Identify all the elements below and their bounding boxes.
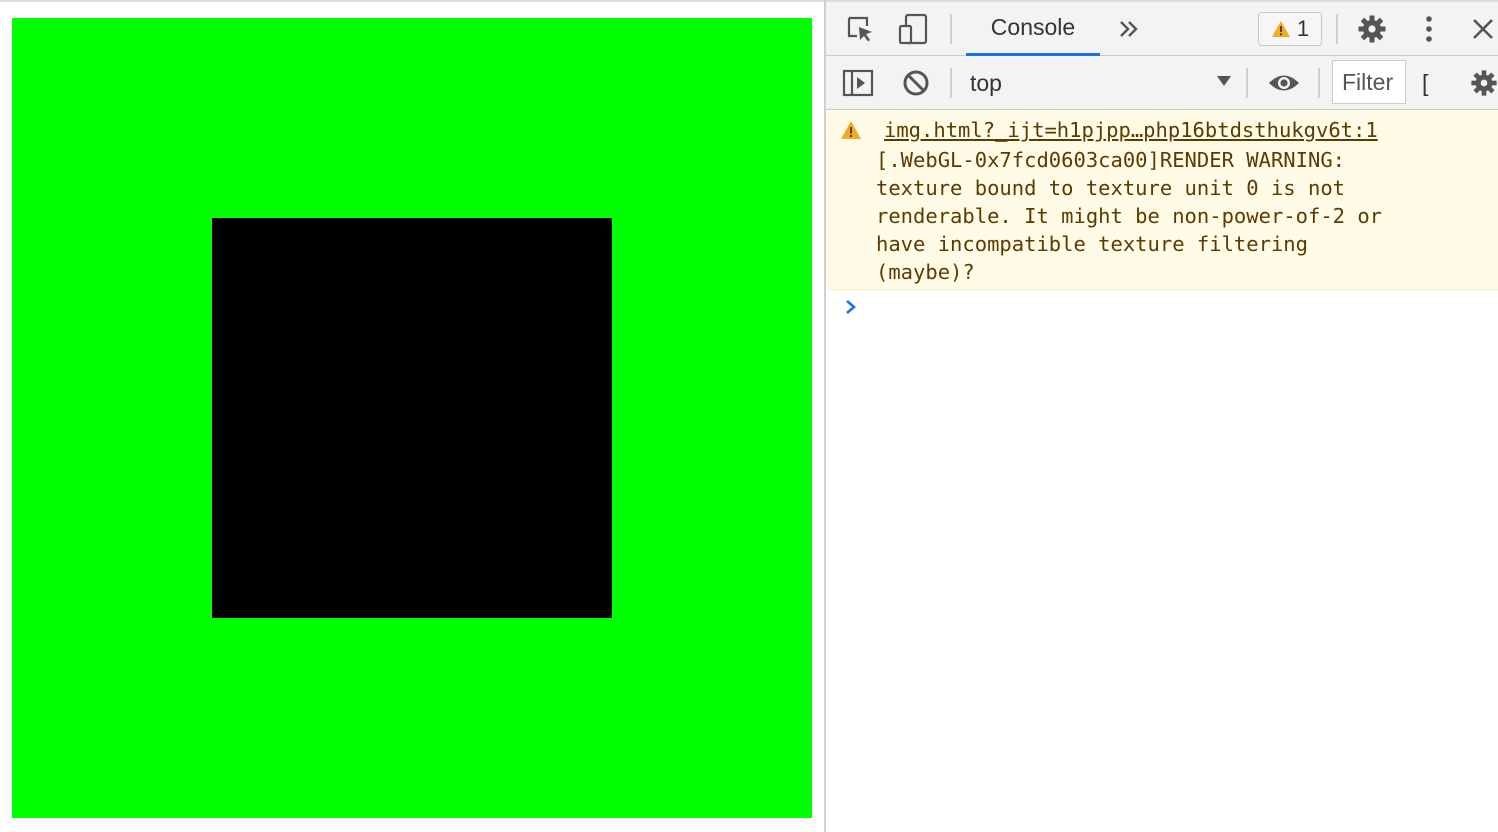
prompt-chevron-icon xyxy=(846,300,856,314)
toolbar-separator xyxy=(1318,68,1320,98)
tab-console[interactable]: Console xyxy=(966,2,1100,56)
filter-placeholder: Filter xyxy=(1342,68,1394,95)
warning-triangle-icon xyxy=(1271,21,1290,37)
console-warning-message: img.html?_ijt=h1pjpp…php16btdsthukgv6t:1… xyxy=(826,110,1498,290)
warning-triangle-icon xyxy=(841,121,861,139)
console-toolbar: top Filter [ xyxy=(826,56,1498,110)
filter-input[interactable]: Filter xyxy=(1332,60,1406,104)
devtools-tabbar: Console 1 xyxy=(826,0,1498,56)
toolbar-separator xyxy=(1336,14,1338,44)
devtools-panel: Console 1 top Filter [img.html?_ijt=h1p… xyxy=(824,0,1498,832)
warning-count-badge[interactable]: 1 xyxy=(1258,12,1322,46)
toolbar-separator xyxy=(950,68,952,98)
warning-count: 1 xyxy=(1296,16,1310,41)
rendered-black-square xyxy=(212,218,612,618)
chevron-down-icon xyxy=(1217,76,1231,86)
webgl-canvas[interactable] xyxy=(12,18,812,818)
log-levels-label: [ xyxy=(1422,69,1429,96)
message-source-link[interactable]: img.html?_ijt=h1pjpp…php16btdsthukgv6t:1 xyxy=(884,118,1378,142)
toolbar-separator xyxy=(950,14,952,44)
execution-context-select[interactable]: top xyxy=(960,66,1240,100)
warning-message-text: [.WebGL-0x7fcd0603ca00]RENDER WARNING: t… xyxy=(876,148,1383,284)
sidebar-toggle-icon[interactable] xyxy=(840,66,876,100)
page-viewport xyxy=(0,0,824,832)
console-prompt[interactable] xyxy=(844,296,858,322)
close-icon[interactable] xyxy=(1468,12,1498,46)
tab-console-label: Console xyxy=(990,14,1076,40)
inspect-element-icon[interactable] xyxy=(842,12,878,46)
clear-console-icon[interactable] xyxy=(898,66,934,100)
device-toolbar-icon[interactable] xyxy=(894,12,934,46)
live-expression-eye-icon[interactable] xyxy=(1264,66,1304,100)
gear-icon[interactable] xyxy=(1354,12,1390,46)
chevron-double-right-icon[interactable] xyxy=(1114,12,1144,46)
kebab-menu-icon[interactable] xyxy=(1414,12,1444,46)
toolbar-separator xyxy=(1246,68,1248,98)
console-settings-gear-icon[interactable] xyxy=(1466,66,1498,100)
console-messages: img.html?_ijt=h1pjpp…php16btdsthukgv6t:1… xyxy=(826,110,1498,832)
execution-context-label: top xyxy=(970,69,1002,96)
log-levels-dropdown[interactable]: [ xyxy=(1422,66,1436,100)
